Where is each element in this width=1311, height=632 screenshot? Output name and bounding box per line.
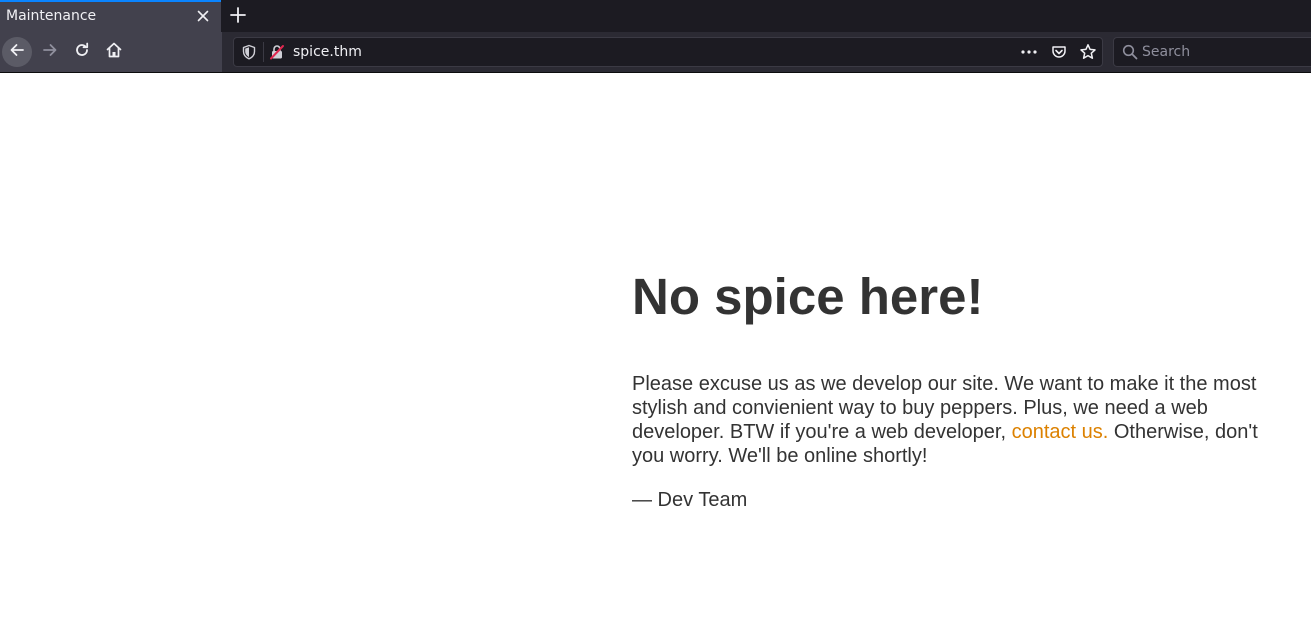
reload-icon bbox=[73, 41, 91, 63]
search-icon bbox=[1122, 44, 1138, 60]
home-button[interactable] bbox=[99, 37, 129, 67]
url-text[interactable]: spice.thm bbox=[293, 43, 362, 61]
signature: — Dev Team bbox=[632, 489, 748, 511]
pocket-icon[interactable] bbox=[1051, 44, 1067, 60]
arrow-right-icon bbox=[41, 41, 59, 63]
shield-icon[interactable] bbox=[241, 44, 257, 60]
search-input[interactable] bbox=[1142, 42, 1302, 62]
maintenance-message: No spice here! Please excuse us as we de… bbox=[632, 265, 1272, 512]
insecure-lock-icon[interactable] bbox=[269, 44, 285, 60]
more-icon[interactable] bbox=[1020, 44, 1038, 60]
home-icon bbox=[105, 41, 123, 63]
url-bar-divider bbox=[263, 42, 264, 62]
browser-window: Maintenance spice.thm Search No spice he… bbox=[0, 0, 1311, 632]
back-button[interactable] bbox=[2, 37, 32, 67]
navigation-toolbar: spice.thm bbox=[0, 32, 1311, 73]
star-icon[interactable] bbox=[1079, 43, 1097, 61]
tab-title: Maintenance bbox=[6, 8, 97, 24]
tab-maintenance[interactable]: Maintenance bbox=[0, 0, 221, 32]
tab-strip: Maintenance bbox=[0, 0, 1311, 32]
plus-icon[interactable] bbox=[229, 6, 247, 24]
tab-active-indicator bbox=[0, 0, 221, 2]
message-paragraph: Please excuse us as we develop our site.… bbox=[632, 372, 1262, 468]
close-icon[interactable] bbox=[195, 8, 211, 24]
url-bar[interactable]: spice.thm bbox=[233, 37, 1103, 67]
page-title: No spice here! bbox=[632, 268, 984, 325]
forward-button[interactable] bbox=[35, 37, 65, 67]
arrow-left-icon bbox=[8, 41, 26, 63]
reload-button[interactable] bbox=[67, 37, 97, 67]
search-bar[interactable] bbox=[1113, 37, 1311, 67]
contact-us-link[interactable]: contact us. bbox=[1012, 421, 1109, 443]
page-viewport: No spice here! Please excuse us as we de… bbox=[0, 73, 1311, 632]
